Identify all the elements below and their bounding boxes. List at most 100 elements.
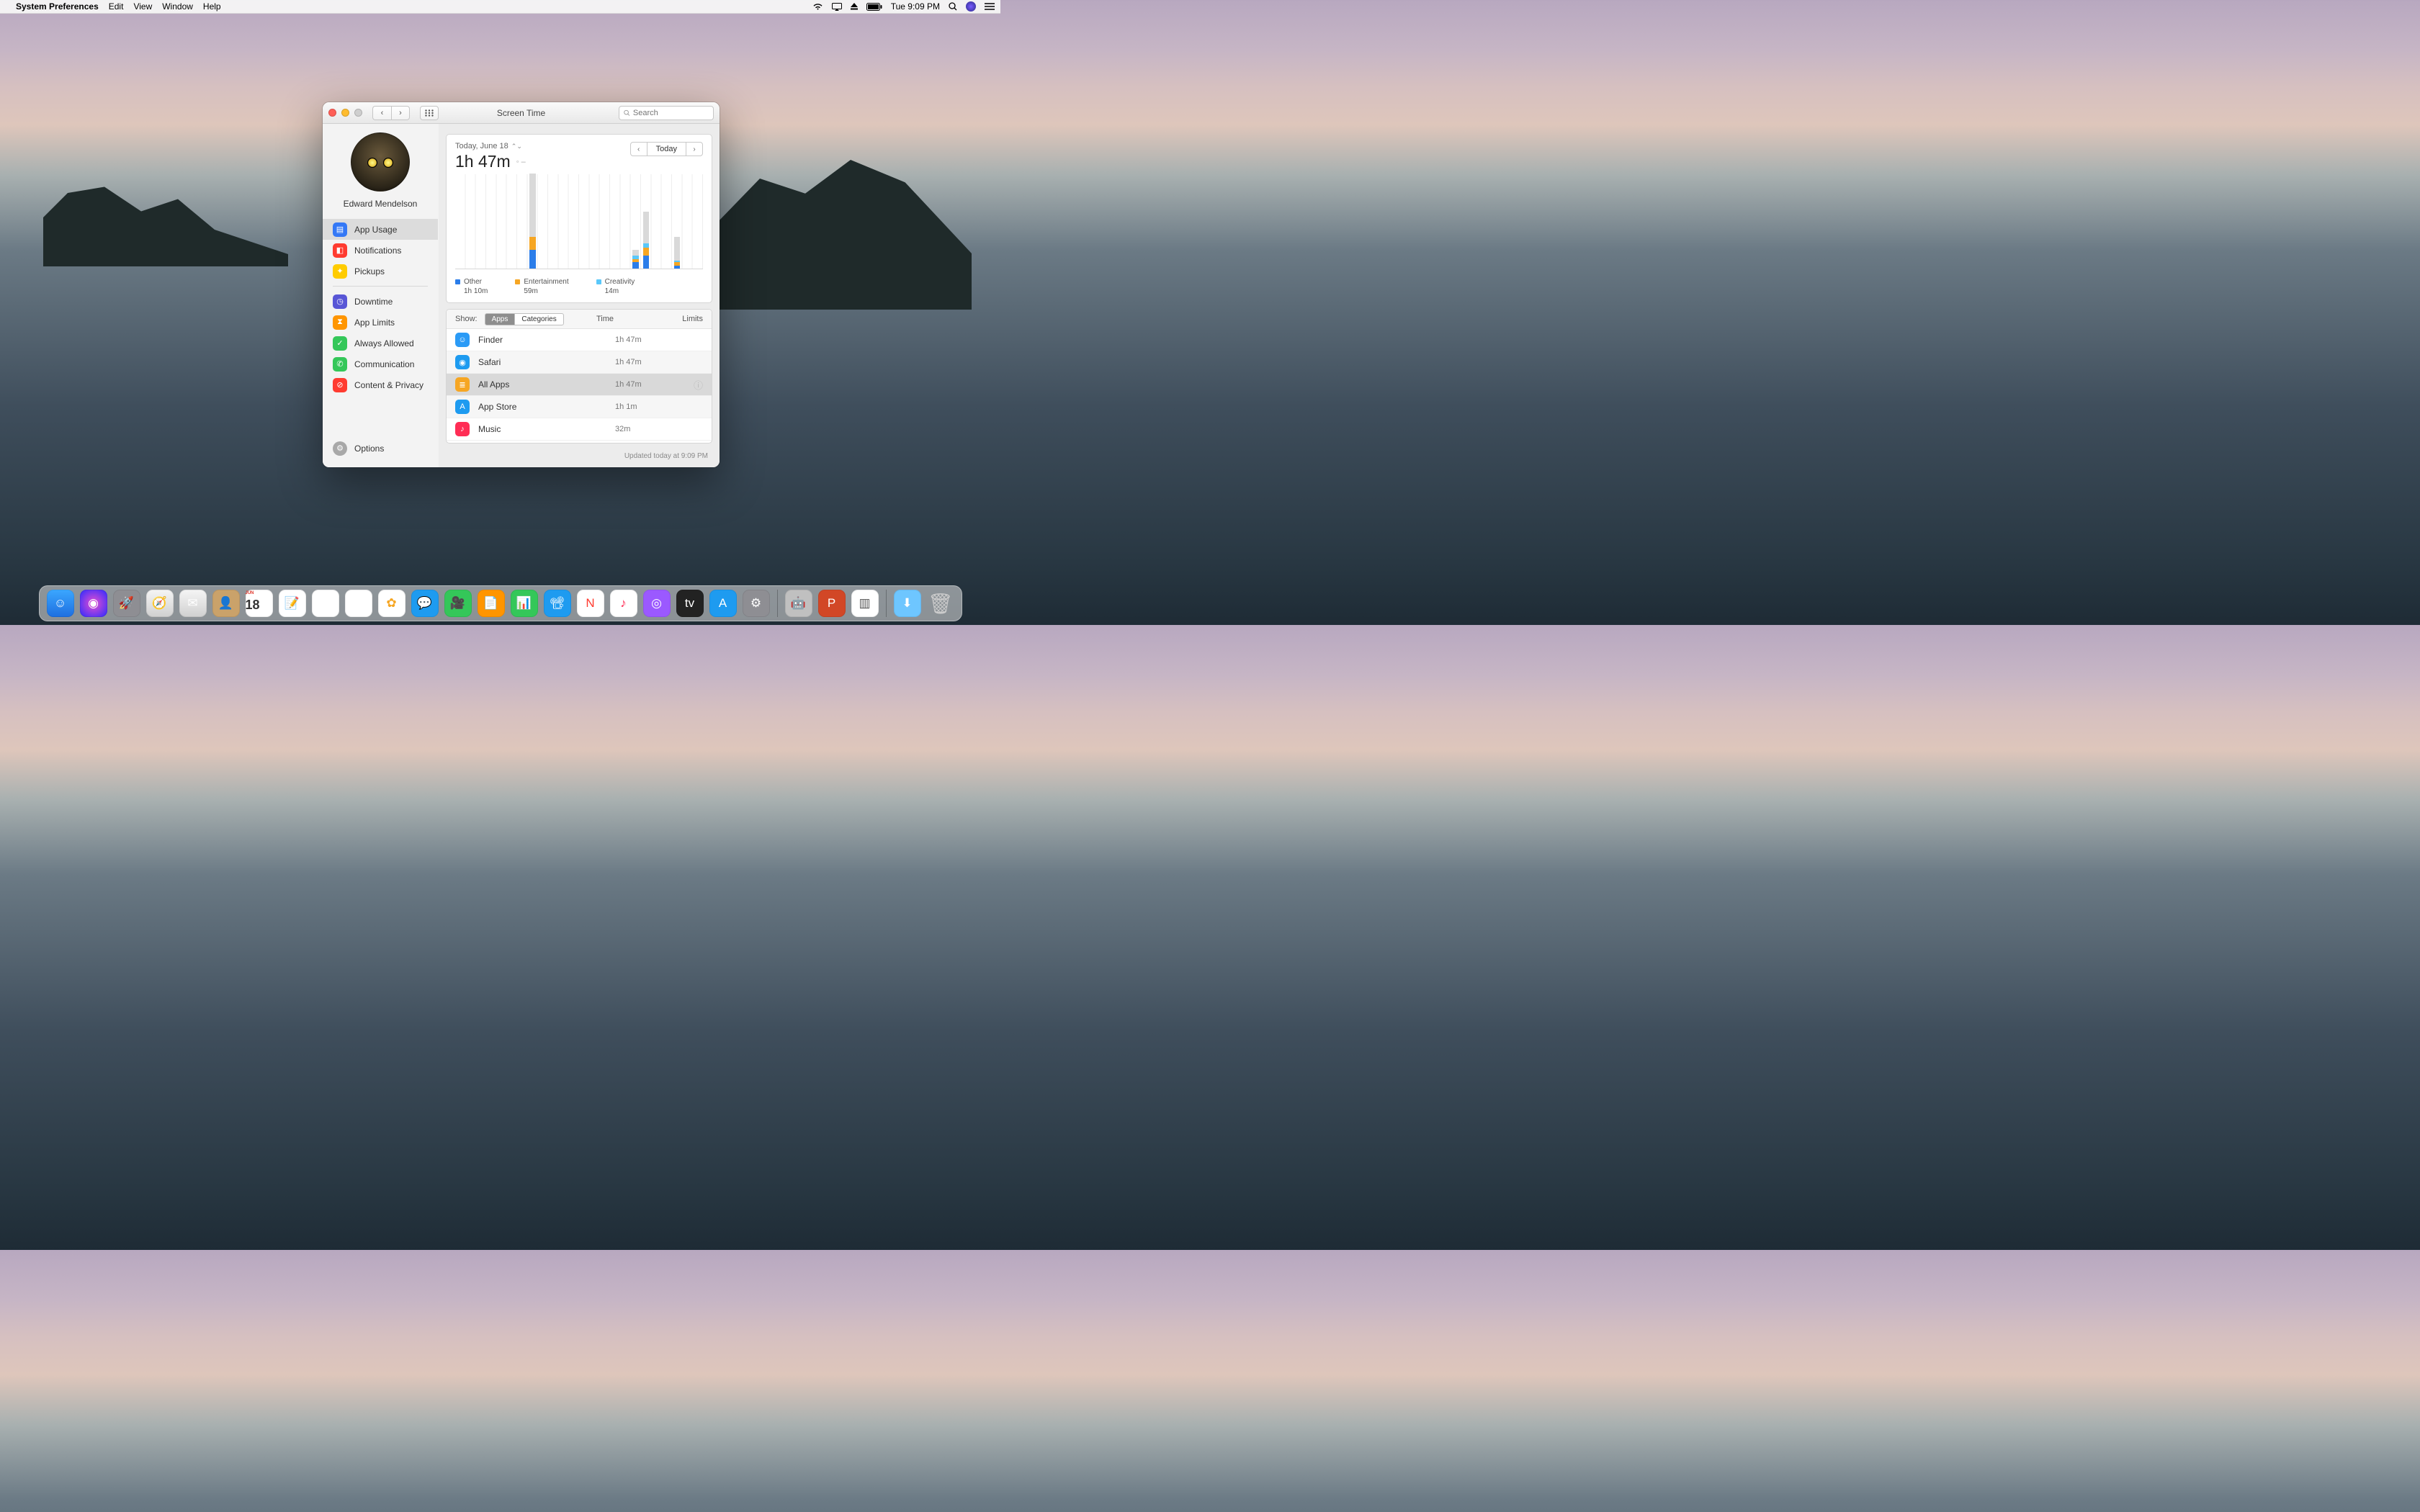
col-header-time: Time <box>596 315 661 323</box>
dock-contacts[interactable]: 👤 <box>212 590 240 617</box>
sidebar-icon: ◷ <box>333 294 347 309</box>
sidebar-item-app-limits[interactable]: ⧗ App Limits <box>323 312 438 333</box>
app-time-label: 1h 47m <box>615 358 680 366</box>
minimize-button[interactable] <box>341 109 349 117</box>
seg-apps[interactable]: Apps <box>485 313 516 325</box>
date-picker[interactable]: Today, June 18 <box>455 142 508 150</box>
sidebar-item-content-privacy[interactable]: ⊘ Content & Privacy <box>323 374 438 395</box>
sidebar-item-label: App Limits <box>354 318 395 328</box>
dock-maps[interactable]: 🗺 <box>345 590 372 617</box>
sidebar-item-label: Pickups <box>354 266 385 276</box>
seg-categories[interactable]: Categories <box>515 313 563 325</box>
menu-edit[interactable]: Edit <box>109 1 124 12</box>
dock-finder[interactable]: ☺ <box>47 590 74 617</box>
app-icon: ☺ <box>455 333 470 347</box>
menu-view[interactable]: View <box>133 1 152 12</box>
info-icon[interactable]: ⓘ <box>689 378 703 392</box>
sidebar-icon: ▤ <box>333 222 347 237</box>
siri-icon[interactable] <box>966 1 976 12</box>
trend-indicator: ◦ – <box>516 158 526 166</box>
airplay-icon[interactable] <box>832 3 842 11</box>
sidebar-item-communication[interactable]: ✆ Communication <box>323 354 438 374</box>
dock-music[interactable]: ♪ <box>610 590 637 617</box>
user-avatar[interactable] <box>351 132 410 192</box>
next-day-button[interactable]: › <box>686 142 703 156</box>
dock-numbers[interactable]: 📊 <box>511 590 538 617</box>
app-name-label: Finder <box>478 335 606 345</box>
total-usage-time: 1h 47m <box>455 152 511 171</box>
legend-other: Other 1h 10m <box>455 278 488 295</box>
eject-icon[interactable] <box>851 3 858 10</box>
close-button[interactable] <box>328 109 336 117</box>
sidebar-item-app-usage[interactable]: ▤ App Usage <box>323 219 438 240</box>
control-center-icon[interactable] <box>985 3 995 10</box>
zoom-button[interactable] <box>354 109 362 117</box>
app-icon: ◉ <box>455 355 470 369</box>
app-time-label: 1h 1m <box>615 402 680 411</box>
wifi-icon[interactable] <box>812 3 823 11</box>
dock-podcasts[interactable]: ◎ <box>643 590 671 617</box>
dock-reminders[interactable]: ☑ <box>312 590 339 617</box>
menubar-app-name[interactable]: System Preferences <box>16 1 99 12</box>
dock-automator[interactable]: 🤖 <box>785 590 812 617</box>
dock-facetime[interactable]: 🎥 <box>444 590 472 617</box>
prev-day-button[interactable]: ‹ <box>630 142 647 156</box>
sidebar-item-label: Content & Privacy <box>354 380 424 390</box>
sidebar-icon: ⧗ <box>333 315 347 330</box>
sidebar-item-downtime[interactable]: ◷ Downtime <box>323 291 438 312</box>
menu-help[interactable]: Help <box>203 1 221 12</box>
dock-parallels[interactable]: ▥ <box>851 590 879 617</box>
app-icon: ≣ <box>455 377 470 392</box>
app-list-panel: Show: Apps Categories Time Limits ☺ Find… <box>446 309 712 444</box>
dock-keynote[interactable]: 📽 <box>544 590 571 617</box>
nav-back-button[interactable]: ‹ <box>372 106 391 120</box>
dock-pages[interactable]: 📄 <box>478 590 505 617</box>
sidebar-item-label: App Usage <box>354 225 397 235</box>
dock-safari[interactable]: 🧭 <box>146 590 174 617</box>
dock-sysprefs[interactable]: ⚙ <box>743 590 770 617</box>
dock-powerpoint[interactable]: P <box>818 590 846 617</box>
app-row-app-store[interactable]: A App Store 1h 1m <box>447 396 712 418</box>
nav-forward-button[interactable]: › <box>391 106 410 120</box>
today-button[interactable]: Today <box>647 142 686 156</box>
legend-creativity: Creativity 14m <box>596 278 635 295</box>
show-label: Show: <box>455 315 478 323</box>
app-icon: A <box>455 400 470 414</box>
menu-window[interactable]: Window <box>162 1 193 12</box>
dock-notes[interactable]: 📝 <box>279 590 306 617</box>
sidebar-item-notifications[interactable]: ◧ Notifications <box>323 240 438 261</box>
sidebar-item-label: Communication <box>354 359 414 369</box>
dock-downloads[interactable]: ⬇ <box>894 590 921 617</box>
sidebar-item-always-allowed[interactable]: ✓ Always Allowed <box>323 333 438 354</box>
sidebar-item-pickups[interactable]: ✦ Pickups <box>323 261 438 282</box>
dock-launchpad[interactable]: 🚀 <box>113 590 140 617</box>
dock-tv[interactable]: tv <box>676 590 704 617</box>
menubar: System Preferences Edit View Window Help… <box>0 0 1000 14</box>
app-row-all-apps[interactable]: ≣ All Apps 1h 47m ⓘ <box>447 374 712 396</box>
app-time-label: 1h 47m <box>615 380 680 389</box>
app-row-safari[interactable]: ◉ Safari 1h 47m <box>447 351 712 374</box>
show-segmented-control: Apps Categories <box>485 313 564 325</box>
show-all-prefs-button[interactable] <box>420 106 439 120</box>
dock-photos[interactable]: ✿ <box>378 590 405 617</box>
dock-news[interactable]: N <box>577 590 604 617</box>
dock-trash[interactable]: 🗑 <box>927 590 954 617</box>
app-row-finder[interactable]: ☺ Finder 1h 47m <box>447 329 712 351</box>
battery-icon[interactable] <box>866 3 882 11</box>
dock-calendar[interactable]: JUN18 <box>246 590 273 617</box>
dock-siri[interactable]: ◉ <box>80 590 107 617</box>
dock-messages[interactable]: 💬 <box>411 590 439 617</box>
search-field[interactable] <box>619 106 714 120</box>
last-updated-label: Updated today at 9:09 PM <box>446 449 712 460</box>
app-row-music[interactable]: ♪ Music 32m <box>447 418 712 441</box>
sidebar: Edward Mendelson ▤ App Usage◧ Notificati… <box>323 124 439 467</box>
sidebar-item-options[interactable]: ⚙ Options <box>323 438 438 459</box>
col-header-limits: Limits <box>668 315 703 323</box>
menubar-clock[interactable]: Tue 9:09 PM <box>891 1 940 12</box>
dock-mail[interactable]: ✉ <box>179 590 207 617</box>
spotlight-icon[interactable] <box>949 2 957 11</box>
search-input[interactable] <box>633 109 709 117</box>
sidebar-icon: ✦ <box>333 264 347 279</box>
app-icon: ♪ <box>455 422 470 436</box>
dock-appstore[interactable]: A <box>709 590 737 617</box>
